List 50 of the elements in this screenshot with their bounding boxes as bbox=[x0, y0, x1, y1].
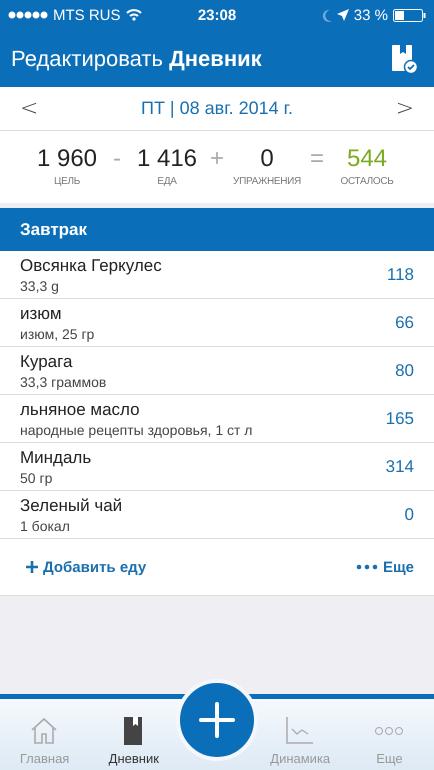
battery-percent: 33 % bbox=[354, 6, 388, 24]
calorie-label: УПРАЖНЕНИЯ bbox=[233, 176, 301, 187]
food-calories: 66 bbox=[395, 313, 414, 333]
food-portion: изюм, 25 гр bbox=[20, 326, 94, 342]
food-calories: 118 bbox=[386, 265, 414, 285]
operator-sign: = bbox=[310, 145, 324, 173]
food-name: льняное масло bbox=[20, 400, 141, 420]
food-portion: 50 гр bbox=[20, 470, 54, 486]
previous-day-button[interactable]: < bbox=[16, 96, 42, 121]
add-food-button[interactable]: Добавить еду bbox=[26, 558, 146, 576]
food-portion: 33,3 граммов bbox=[20, 374, 106, 390]
food-portion: народные рецепты здоровья, 1 ст л bbox=[20, 422, 252, 438]
calorie-value: 1 960 bbox=[36, 145, 98, 173]
signal-icon bbox=[8, 11, 48, 19]
food-calories: 314 bbox=[386, 457, 414, 477]
status-time: 23:08 bbox=[198, 6, 236, 24]
dots-icon bbox=[356, 564, 378, 570]
more-icon bbox=[374, 726, 404, 736]
food-calories: 80 bbox=[395, 361, 414, 381]
food-calories: 0 bbox=[404, 505, 414, 525]
battery-icon bbox=[393, 8, 426, 22]
plus-icon bbox=[26, 561, 38, 573]
calorie-label: ЦЕЛЬ bbox=[54, 176, 80, 187]
plus-icon bbox=[199, 702, 235, 738]
calorie-value: 1 416 bbox=[136, 145, 198, 173]
wifi-icon bbox=[126, 9, 142, 21]
calorie-value: 544 bbox=[346, 145, 388, 173]
calorie-label: ОСТАЛОСЬ bbox=[340, 176, 394, 187]
location-icon bbox=[336, 9, 349, 21]
operator-sign: + bbox=[210, 145, 224, 173]
meal-header: Завтрак bbox=[0, 208, 434, 251]
food-calories: 165 bbox=[386, 409, 414, 429]
calorie-label: ЕДА bbox=[157, 176, 177, 187]
food-name: Курага bbox=[20, 352, 74, 372]
diary-check-icon[interactable] bbox=[390, 44, 418, 74]
next-day-button[interactable]: > bbox=[392, 96, 418, 121]
screen-title: Редактировать Дневник bbox=[11, 46, 262, 72]
food-name: Овсянка Геркулес bbox=[20, 256, 162, 276]
date-label[interactable]: ПТ | 08 авг. 2014 г. bbox=[141, 98, 293, 119]
food-name: Зеленый чай bbox=[20, 496, 122, 516]
tab-item[interactable]: Дневник bbox=[89, 714, 178, 770]
calorie-value: 0 bbox=[260, 145, 274, 173]
food-name: Миндаль bbox=[20, 448, 92, 468]
operator-sign: - bbox=[112, 145, 122, 173]
moon-icon bbox=[322, 8, 332, 22]
food-portion: 1 бокал bbox=[20, 518, 71, 534]
food-name: изюм bbox=[20, 304, 63, 324]
food-portion: 33,3 g bbox=[20, 278, 60, 294]
carrier-name: MTS RUS bbox=[53, 6, 120, 24]
more-button[interactable]: Еще bbox=[356, 558, 414, 576]
